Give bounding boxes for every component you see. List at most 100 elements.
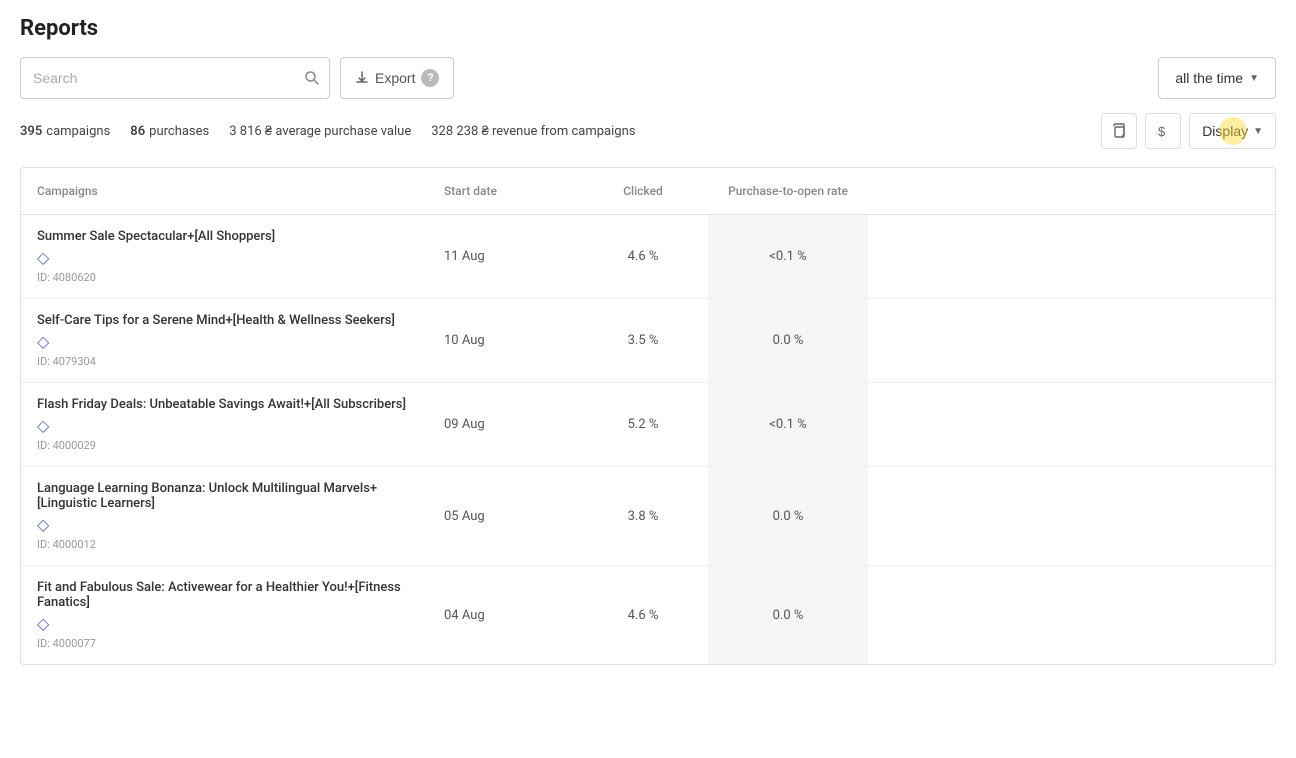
table-row[interactable]: Fit and Fabulous Sale: Activewear for a …: [21, 566, 1275, 664]
clicked-value: 4.6 %: [628, 249, 659, 264]
campaign-cell: Self-Care Tips for a Serene Mind+[Health…: [21, 299, 428, 382]
toolbar-right: all the time ▼: [1158, 57, 1276, 99]
table-row[interactable]: Language Learning Bonanza: Unlock Multil…: [21, 467, 1275, 566]
search-wrapper: [20, 57, 330, 99]
help-icon[interactable]: ?: [421, 69, 439, 87]
campaign-name: Fit and Fabulous Sale: Activewear for a …: [37, 580, 412, 610]
time-filter-label: all the time: [1175, 70, 1243, 86]
toolbar: Export ? all the time ▼: [20, 57, 1276, 99]
clicked-cell: 5.2 %: [578, 383, 708, 466]
purchase-to-open-value: 0.0 %: [773, 333, 804, 348]
clicked-cell: 3.8 %: [578, 467, 708, 565]
clicked-value: 5.2 %: [628, 417, 659, 432]
campaign-name: Summer Sale Spectacular+[All Shoppers]: [37, 229, 412, 244]
campaign-id: ID: 4079304: [37, 355, 412, 368]
copy-button[interactable]: [1101, 113, 1137, 149]
campaign-name: Language Learning Bonanza: Unlock Multil…: [37, 481, 412, 511]
campaigns-table: Campaigns Start date Clicked Purchase-to…: [20, 167, 1276, 665]
start-date-cell: 09 Aug: [428, 383, 578, 466]
table-row[interactable]: Flash Friday Deals: Unbeatable Savings A…: [21, 383, 1275, 467]
th-start-date: Start date: [428, 178, 578, 204]
table-row[interactable]: Self-Care Tips for a Serene Mind+[Health…: [21, 299, 1275, 383]
stats-bar: 395 campaigns 86 purchases 3 816 ₴ avera…: [20, 113, 1276, 149]
campaigns-label: campaigns: [46, 124, 110, 139]
campaign-name: Self-Care Tips for a Serene Mind+[Health…: [37, 313, 412, 328]
start-date-value: 09 Aug: [444, 417, 485, 432]
revenue-button[interactable]: $: [1145, 113, 1181, 149]
display-button[interactable]: Display ▼: [1189, 113, 1276, 149]
start-date-cell: 05 Aug: [428, 467, 578, 565]
clicked-value: 4.6 %: [628, 608, 659, 623]
extra-cell: [868, 299, 1275, 382]
copy-icon: [1111, 123, 1127, 139]
campaign-id: ID: 4080620: [37, 271, 412, 284]
toolbar-left: Export ?: [20, 57, 454, 99]
campaign-cell: Fit and Fabulous Sale: Activewear for a …: [21, 566, 428, 664]
time-filter-button[interactable]: all the time ▼: [1158, 57, 1276, 99]
campaign-id: ID: 4000029: [37, 439, 412, 452]
search-input[interactable]: [20, 57, 330, 99]
start-date-cell: 04 Aug: [428, 566, 578, 664]
purchase-to-open-cell: 0.0 %: [708, 566, 868, 664]
campaign-icon: ◇: [37, 248, 412, 267]
purchase-to-open-value: <0.1 %: [769, 249, 806, 264]
avg-purchase-stat: 3 816 ₴ average purchase value: [229, 123, 411, 139]
campaign-icon: ◇: [37, 332, 412, 351]
campaign-cell: Summer Sale Spectacular+[All Shoppers] ◇…: [21, 215, 428, 298]
th-campaigns: Campaigns: [21, 178, 428, 204]
campaign-icon: ◇: [37, 416, 412, 435]
search-icon: [304, 70, 320, 86]
start-date-value: 11 Aug: [444, 249, 485, 264]
purchases-label: purchases: [149, 124, 209, 139]
campaign-id: ID: 4000012: [37, 538, 412, 551]
campaign-icon: ◇: [37, 515, 412, 534]
clicked-value: 3.5 %: [628, 333, 659, 348]
stats-actions: $ Display ▼: [1101, 113, 1276, 149]
extra-cell: [868, 566, 1275, 664]
th-clicked: Clicked: [578, 178, 708, 204]
campaigns-count: 395: [20, 124, 42, 139]
clicked-cell: 4.6 %: [578, 566, 708, 664]
revenue-stat: 328 238 ₴ revenue from campaigns: [431, 123, 635, 139]
download-icon: [355, 71, 369, 85]
start-date-value: 04 Aug: [444, 608, 485, 623]
campaign-id: ID: 4000077: [37, 637, 412, 650]
table-row[interactable]: Summer Sale Spectacular+[All Shoppers] ◇…: [21, 215, 1275, 299]
extra-cell: [868, 383, 1275, 466]
purchase-to-open-value: 0.0 %: [773, 608, 804, 623]
campaign-icon: ◇: [37, 614, 412, 633]
start-date-cell: 11 Aug: [428, 215, 578, 298]
display-label: Display: [1202, 123, 1248, 139]
page-title: Reports: [20, 16, 1276, 41]
purchases-stat: 86 purchases: [130, 124, 209, 139]
purchase-to-open-value: <0.1 %: [769, 417, 806, 432]
purchase-to-open-value: 0.0 %: [773, 509, 804, 524]
export-label: Export: [375, 70, 415, 86]
export-button[interactable]: Export ?: [340, 57, 454, 99]
extra-cell: [868, 467, 1275, 565]
clicked-cell: 4.6 %: [578, 215, 708, 298]
campaign-cell: Flash Friday Deals: Unbeatable Savings A…: [21, 383, 428, 466]
page-container: Reports Export ?: [0, 0, 1296, 681]
campaign-name: Flash Friday Deals: Unbeatable Savings A…: [37, 397, 412, 412]
start-date-value: 10 Aug: [444, 333, 485, 348]
campaigns-stat: 395 campaigns: [20, 124, 110, 139]
search-button[interactable]: [304, 70, 320, 86]
table-body: Summer Sale Spectacular+[All Shoppers] ◇…: [21, 215, 1275, 664]
extra-cell: [868, 215, 1275, 298]
start-date-cell: 10 Aug: [428, 299, 578, 382]
purchase-to-open-cell: 0.0 %: [708, 467, 868, 565]
clicked-cell: 3.5 %: [578, 299, 708, 382]
th-extra: [868, 178, 1275, 204]
table-header: Campaigns Start date Clicked Purchase-to…: [21, 168, 1275, 215]
purchase-to-open-cell: <0.1 %: [708, 215, 868, 298]
chevron-down-icon: ▼: [1249, 73, 1259, 84]
dollar-icon: $: [1155, 123, 1171, 139]
start-date-value: 05 Aug: [444, 509, 485, 524]
purchases-count: 86: [130, 124, 145, 139]
svg-text:$: $: [1158, 124, 1166, 139]
purchase-to-open-cell: 0.0 %: [708, 299, 868, 382]
display-chevron-icon: ▼: [1253, 126, 1263, 137]
th-purchase-to-open: Purchase-to-open rate: [708, 178, 868, 204]
campaign-cell: Language Learning Bonanza: Unlock Multil…: [21, 467, 428, 565]
